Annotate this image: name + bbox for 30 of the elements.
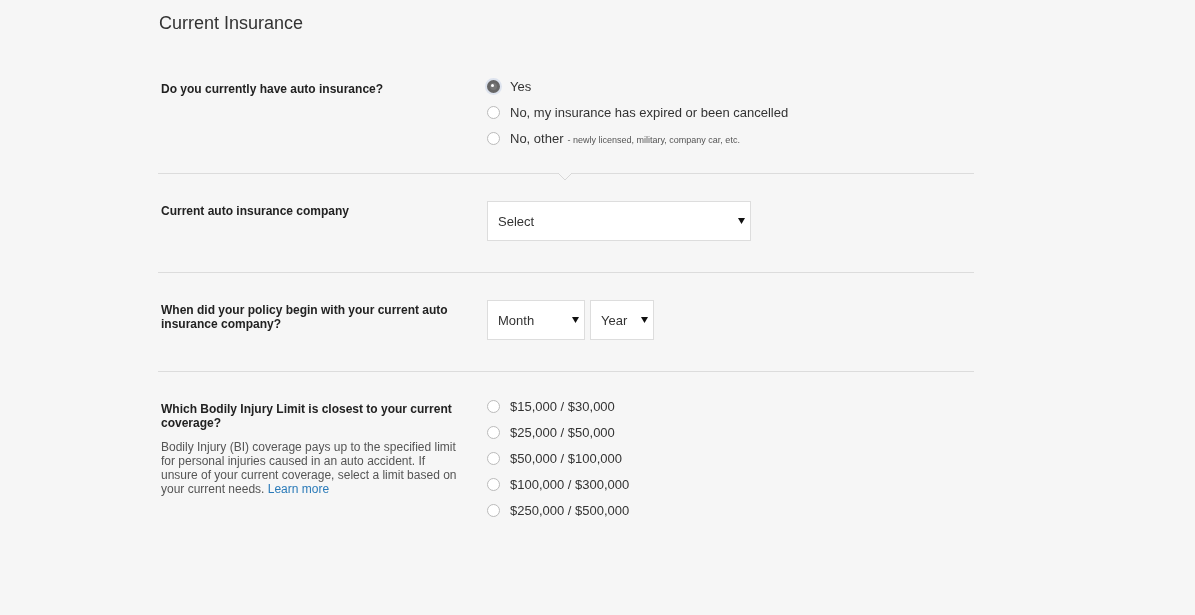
dropdown-select[interactable]: Year [590, 300, 654, 340]
section-title: Current Insurance [159, 13, 305, 34]
question-label: Current auto insurance company [161, 204, 351, 218]
option-label[interactable]: $100,000 / $300,000 [510, 476, 630, 492]
option-label[interactable]: $15,000 / $30,000 [510, 398, 615, 414]
option-label[interactable]: $50,000 / $100,000 [510, 450, 623, 466]
radio-button[interactable] [487, 131, 500, 145]
caret-icon [572, 317, 579, 323]
radio-button[interactable] [487, 399, 500, 413]
radio-button[interactable] [487, 105, 500, 119]
radio-button[interactable] [487, 79, 500, 93]
option-label[interactable]: No, my insurance has expired or been cancelled [510, 104, 789, 120]
learn-more-link[interactable]: Learn more [267, 482, 330, 496]
caret-icon [738, 218, 745, 224]
dropdown-select[interactable]: Month [487, 300, 585, 340]
option-note: - newly licensed, military, company car, etc. [567, 134, 740, 145]
question-label: When did your policy begin with your current auto insurance company? [161, 303, 449, 331]
radio-button[interactable] [487, 477, 500, 491]
dropdown-select[interactable]: Select [487, 201, 751, 241]
question-label: Which Bodily Injury Limit is closest to your current coverage? [161, 402, 453, 430]
question-label: Do you currently have auto insurance? [161, 82, 385, 96]
radio-button[interactable] [487, 503, 500, 517]
description-text: Bodily Injury (BI) coverage pays up to the specified limit for personal injuries caused in an auto accident. If unsure of your current coverage, select a limit based on your current needs. Learn more [161, 440, 457, 496]
option-label[interactable]: $250,000 / $500,000 [510, 502, 630, 518]
option-label[interactable]: Yes [510, 78, 532, 94]
option-label[interactable]: No, other [510, 130, 564, 146]
option-label[interactable]: $25,000 / $50,000 [510, 424, 615, 440]
caret-icon [641, 317, 648, 323]
radio-button[interactable] [487, 425, 500, 439]
radio-button[interactable] [487, 451, 500, 465]
